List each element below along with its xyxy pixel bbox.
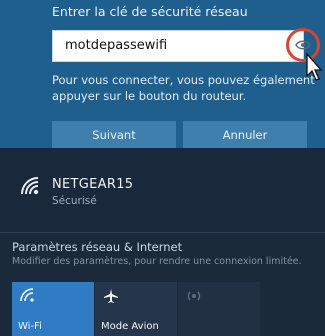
mobile-hotspot-tile[interactable] <box>178 282 260 336</box>
airplane-mode-tile[interactable]: Mode Avion <box>95 282 177 336</box>
router-button-hint: Pour vous connecter, vous pouvez égaleme… <box>52 73 315 103</box>
eye-icon <box>295 40 311 50</box>
next-button[interactable]: Suivant <box>52 121 176 149</box>
airplane-tile-label: Mode Avion <box>101 321 159 332</box>
network-name[interactable]: NETGEAR15 <box>52 177 133 192</box>
airplane-icon <box>104 289 118 303</box>
wifi-icon <box>21 177 39 195</box>
wifi-tile-label: Wi-Fi <box>18 321 42 332</box>
cancel-button[interactable]: Annuler <box>183 121 307 149</box>
wifi-icon <box>20 288 34 302</box>
network-settings-description: Modifier des paramètres, pour rendre une… <box>12 256 302 267</box>
network-list <box>0 148 325 238</box>
hotspot-icon <box>187 291 201 301</box>
network-status: Sécurisé <box>52 195 97 207</box>
password-value: motdepassewifi <box>65 38 168 53</box>
password-field[interactable]: motdepassewifi <box>52 30 304 62</box>
divider <box>0 232 325 233</box>
network-settings-link[interactable]: Paramètres réseau & Internet <box>12 240 182 254</box>
security-key-prompt: Entrer la clé de sécurité réseau <box>52 4 248 19</box>
wifi-toggle-tile[interactable]: Wi-Fi <box>12 282 94 336</box>
